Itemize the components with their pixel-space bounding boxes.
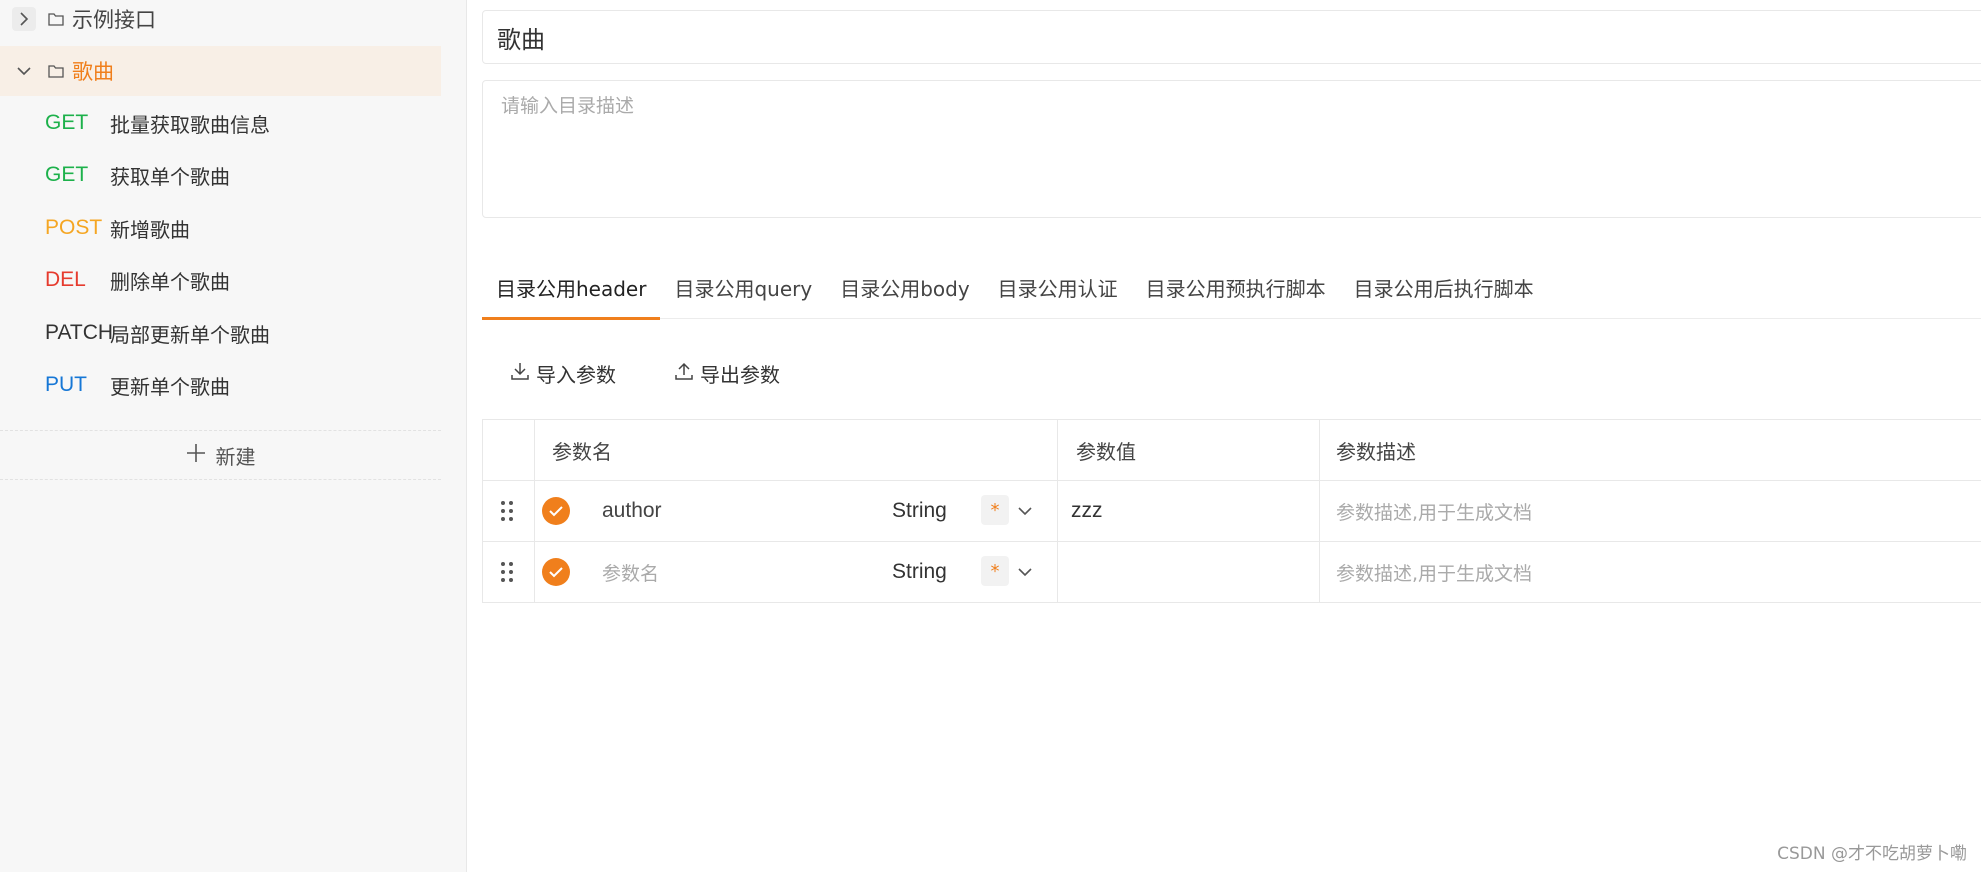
plus-icon — [186, 443, 206, 468]
import-label: 导入参数 — [536, 362, 616, 387]
api-item-patch[interactable]: PATCH 局部更新单个歌曲 — [0, 308, 441, 358]
divider — [482, 420, 483, 480]
watermark: CSDN @才不吃胡萝卜嘞 — [1777, 844, 1967, 864]
new-button[interactable]: 新建 — [0, 430, 441, 480]
divider — [534, 420, 535, 480]
divider — [1057, 542, 1058, 602]
api-name: 获取单个歌曲 — [110, 164, 230, 189]
required-toggle[interactable]: * — [981, 495, 1009, 525]
param-type-select[interactable]: String — [892, 542, 947, 602]
tab-post-script[interactable]: 目录公用后执行脚本 — [1340, 255, 1548, 319]
folder-icon — [48, 64, 64, 78]
table-header-row: 参数名 参数值 参数描述 — [482, 420, 1981, 481]
header-param-value: 参数值 — [1076, 439, 1136, 464]
folder-label: 示例接口 — [72, 8, 156, 32]
main-panel: 歌曲 请输入目录描述 目录公用header 目录公用query 目录公用body… — [482, 0, 1981, 872]
tab-auth[interactable]: 目录公用认证 — [984, 255, 1132, 319]
chevron-right-icon[interactable] — [12, 7, 36, 31]
tab-bar: 目录公用header 目录公用query 目录公用body 目录公用认证 目录公… — [482, 255, 1981, 320]
param-name-input[interactable]: author — [602, 481, 662, 541]
method-badge: GET — [45, 163, 89, 186]
table-row: author String * zzz 参数描述,用于生成文档 — [482, 481, 1981, 542]
export-params-button[interactable]: 导出参数 — [674, 355, 780, 391]
method-badge: PUT — [45, 373, 87, 396]
chevron-down-icon[interactable] — [12, 59, 36, 83]
upload-icon — [674, 361, 694, 386]
api-name: 局部更新单个歌曲 — [110, 322, 270, 347]
required-toggle[interactable]: * — [981, 556, 1009, 586]
api-item-get-single[interactable]: GET 获取单个歌曲 — [0, 150, 441, 200]
folder-icon — [48, 12, 64, 26]
divider — [1319, 542, 1320, 602]
api-item-delete[interactable]: DEL 删除单个歌曲 — [0, 255, 441, 305]
api-name: 批量获取歌曲信息 — [110, 112, 270, 137]
method-badge: PATCH — [45, 321, 114, 344]
divider — [1319, 420, 1320, 480]
divider — [482, 542, 483, 602]
drag-handle-icon[interactable] — [500, 542, 514, 602]
divider — [534, 542, 535, 602]
enable-checkbox[interactable] — [542, 497, 570, 525]
tab-query[interactable]: 目录公用query — [660, 255, 826, 319]
header-param-desc: 参数描述 — [1336, 439, 1416, 464]
header-param-name: 参数名 — [552, 439, 612, 464]
import-params-button[interactable]: 导入参数 — [510, 355, 616, 391]
folder-songs[interactable]: 歌曲 — [0, 46, 441, 96]
folder-label: 歌曲 — [72, 60, 114, 84]
divider — [1057, 481, 1058, 541]
api-item-put[interactable]: PUT 更新单个歌曲 — [0, 360, 441, 410]
param-desc-input[interactable]: 参数描述,用于生成文档 — [1336, 481, 1532, 541]
tab-body[interactable]: 目录公用body — [826, 255, 983, 319]
api-name: 删除单个歌曲 — [110, 269, 230, 294]
download-icon — [510, 361, 530, 386]
divider — [534, 481, 535, 541]
param-type-select[interactable]: String — [892, 481, 947, 541]
param-name-input[interactable]: 参数名 — [602, 542, 659, 602]
api-name: 新增歌曲 — [110, 217, 190, 242]
table-row: 参数名 String * 参数描述,用于生成文档 — [482, 542, 1981, 603]
folder-desc-textarea[interactable]: 请输入目录描述 — [482, 80, 1981, 218]
drag-handle-icon[interactable] — [500, 481, 514, 541]
tab-pre-script[interactable]: 目录公用预执行脚本 — [1132, 255, 1340, 319]
param-desc-input[interactable]: 参数描述,用于生成文档 — [1336, 542, 1532, 602]
api-item-add[interactable]: POST 新增歌曲 — [0, 203, 441, 253]
export-label: 导出参数 — [700, 362, 780, 387]
divider — [1319, 481, 1320, 541]
chevron-down-icon[interactable] — [1017, 542, 1033, 602]
new-label: 新建 — [215, 444, 256, 469]
method-badge: DEL — [45, 268, 86, 291]
divider — [482, 481, 483, 541]
tab-header[interactable]: 目录公用header — [482, 255, 661, 320]
params-table: 参数名 参数值 参数描述 author String * zzz 参数描述,用于… — [482, 419, 1981, 603]
folder-title-input[interactable]: 歌曲 — [482, 10, 1981, 64]
param-value-input[interactable]: zzz — [1071, 481, 1103, 541]
enable-checkbox[interactable] — [542, 558, 570, 586]
api-item-batch-get[interactable]: GET 批量获取歌曲信息 — [0, 98, 441, 148]
chevron-down-icon[interactable] — [1017, 481, 1033, 541]
folder-example-apis[interactable]: 示例接口 — [0, 0, 441, 44]
method-badge: GET — [45, 111, 89, 134]
divider — [1057, 420, 1058, 480]
api-name: 更新单个歌曲 — [110, 374, 230, 399]
sidebar: 示例接口 歌曲 GET 批量获取歌曲信息 GET 获取单个歌曲 POST 新增歌… — [0, 0, 467, 872]
method-badge: POST — [45, 216, 103, 239]
